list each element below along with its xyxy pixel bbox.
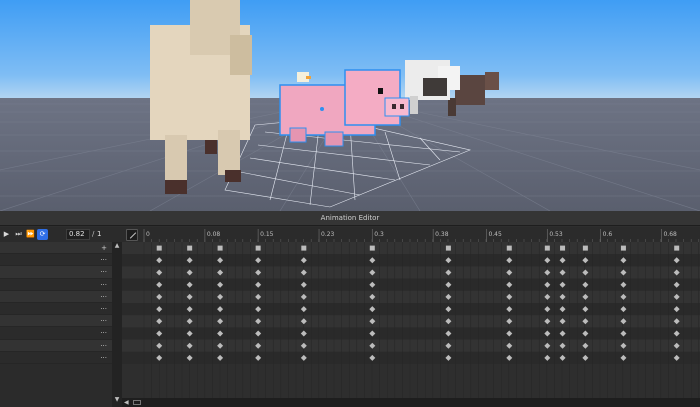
scroll-left-icon[interactable]: ◀	[124, 398, 132, 407]
summary-keyframe[interactable]	[255, 245, 261, 251]
zoom-handle[interactable]	[133, 400, 141, 405]
track-row[interactable]: ···	[0, 315, 112, 328]
track-menu-button[interactable]: ···	[100, 315, 107, 327]
skip-to-end-icon[interactable]: ⏩	[25, 229, 36, 240]
viewport-scene	[0, 0, 700, 211]
summary-keyframe[interactable]	[544, 245, 550, 251]
timeline-track-row	[122, 242, 700, 255]
summary-keyframe[interactable]	[445, 245, 451, 251]
track-row[interactable]: ···	[0, 351, 112, 364]
track-menu-button[interactable]: ···	[100, 327, 107, 339]
track-menu-button[interactable]: ···	[100, 340, 107, 352]
scroll-up-icon[interactable]: ▲	[113, 242, 121, 250]
track-row[interactable]: ···	[0, 254, 112, 267]
track-row[interactable]: ···	[0, 303, 112, 316]
time-separator: /	[92, 230, 95, 238]
play-icon[interactable]: ▶	[1, 229, 12, 240]
ruler-label: 0.68	[663, 231, 677, 238]
summary-keyframe[interactable]	[187, 245, 193, 251]
timeline-track-row	[122, 351, 700, 364]
ruler-label: 0.45	[488, 231, 502, 238]
summary-keyframe[interactable]	[217, 245, 223, 251]
track-menu-button[interactable]: ···	[100, 291, 107, 303]
timeline-track-row	[122, 290, 700, 303]
track-row[interactable]: ···	[0, 266, 112, 279]
timeline-track-row	[122, 327, 700, 340]
playback-toolbar: ▶ ⏭ ⏩ ⟳ 0.82 / 1	[0, 227, 122, 242]
ruler-label: 0.38	[435, 231, 449, 238]
animation-length-input[interactable]: 1	[97, 229, 111, 240]
summary-keyframe[interactable]	[301, 245, 307, 251]
ruler-label: 0.15	[260, 231, 274, 238]
editor-title-bar: Animation Editor	[0, 211, 700, 226]
track-menu-button[interactable]: ···	[100, 279, 107, 291]
track-menu-button[interactable]: ···	[100, 352, 107, 364]
summary-keyframe[interactable]	[674, 245, 680, 251]
track-row[interactable]: ···	[0, 278, 112, 291]
timeline-track-row	[122, 315, 700, 328]
current-time-input[interactable]: 0.82	[66, 229, 90, 240]
summary-keyframe[interactable]	[369, 245, 375, 251]
timeline-track-row	[122, 278, 700, 291]
add-track-button[interactable]: +	[101, 242, 107, 254]
ruler-label: 0.08	[207, 231, 221, 238]
track-scrollbar[interactable]: ▲ ▼	[112, 242, 122, 407]
ruler-label: 0.3	[374, 231, 384, 238]
ruler-label: 0.6	[603, 231, 613, 238]
summary-keyframe[interactable]	[506, 245, 512, 251]
summary-keyframe[interactable]	[582, 245, 588, 251]
track-row[interactable]: ···	[0, 290, 112, 303]
timeline-track-row	[122, 266, 700, 279]
timeline-track-row	[122, 339, 700, 352]
track-row[interactable]: ···	[0, 327, 112, 340]
track-list: + ··· ··· ··· ··· ··· ··· ··· ··· ···	[0, 242, 112, 407]
timeline-track-row	[122, 254, 700, 267]
track-menu-button[interactable]: ···	[100, 303, 107, 315]
root-track-row[interactable]: +	[0, 242, 112, 255]
ruler-label: 0.53	[549, 231, 563, 238]
ruler-label: 0.23	[321, 231, 335, 238]
track-menu-button[interactable]: ···	[100, 266, 107, 278]
3d-viewport[interactable]	[0, 0, 700, 211]
timeline-track-row	[122, 303, 700, 316]
track-menu-button[interactable]: ···	[100, 254, 107, 266]
step-forward-icon[interactable]: ⏭	[13, 229, 24, 240]
keyframe-grid	[122, 242, 700, 407]
scroll-down-icon[interactable]: ▼	[113, 396, 121, 404]
ruler-label: 0	[146, 231, 150, 238]
summary-keyframe[interactable]	[156, 245, 162, 251]
keyframe-timeline[interactable]	[122, 242, 700, 407]
loop-icon[interactable]: ⟳	[37, 229, 48, 240]
studio-window: Animation Editor ▶ ⏭ ⏩ ⟳ 0.82 / 1 0 0.08 0…	[0, 0, 700, 407]
track-row[interactable]: ···	[0, 339, 112, 352]
editor-title: Animation Editor	[320, 214, 380, 222]
duck-model[interactable]	[297, 72, 311, 82]
summary-keyframe[interactable]	[560, 245, 566, 251]
summary-keyframe[interactable]	[620, 245, 626, 251]
timeline-horizontal-scrollbar[interactable]: ◀	[122, 398, 700, 407]
